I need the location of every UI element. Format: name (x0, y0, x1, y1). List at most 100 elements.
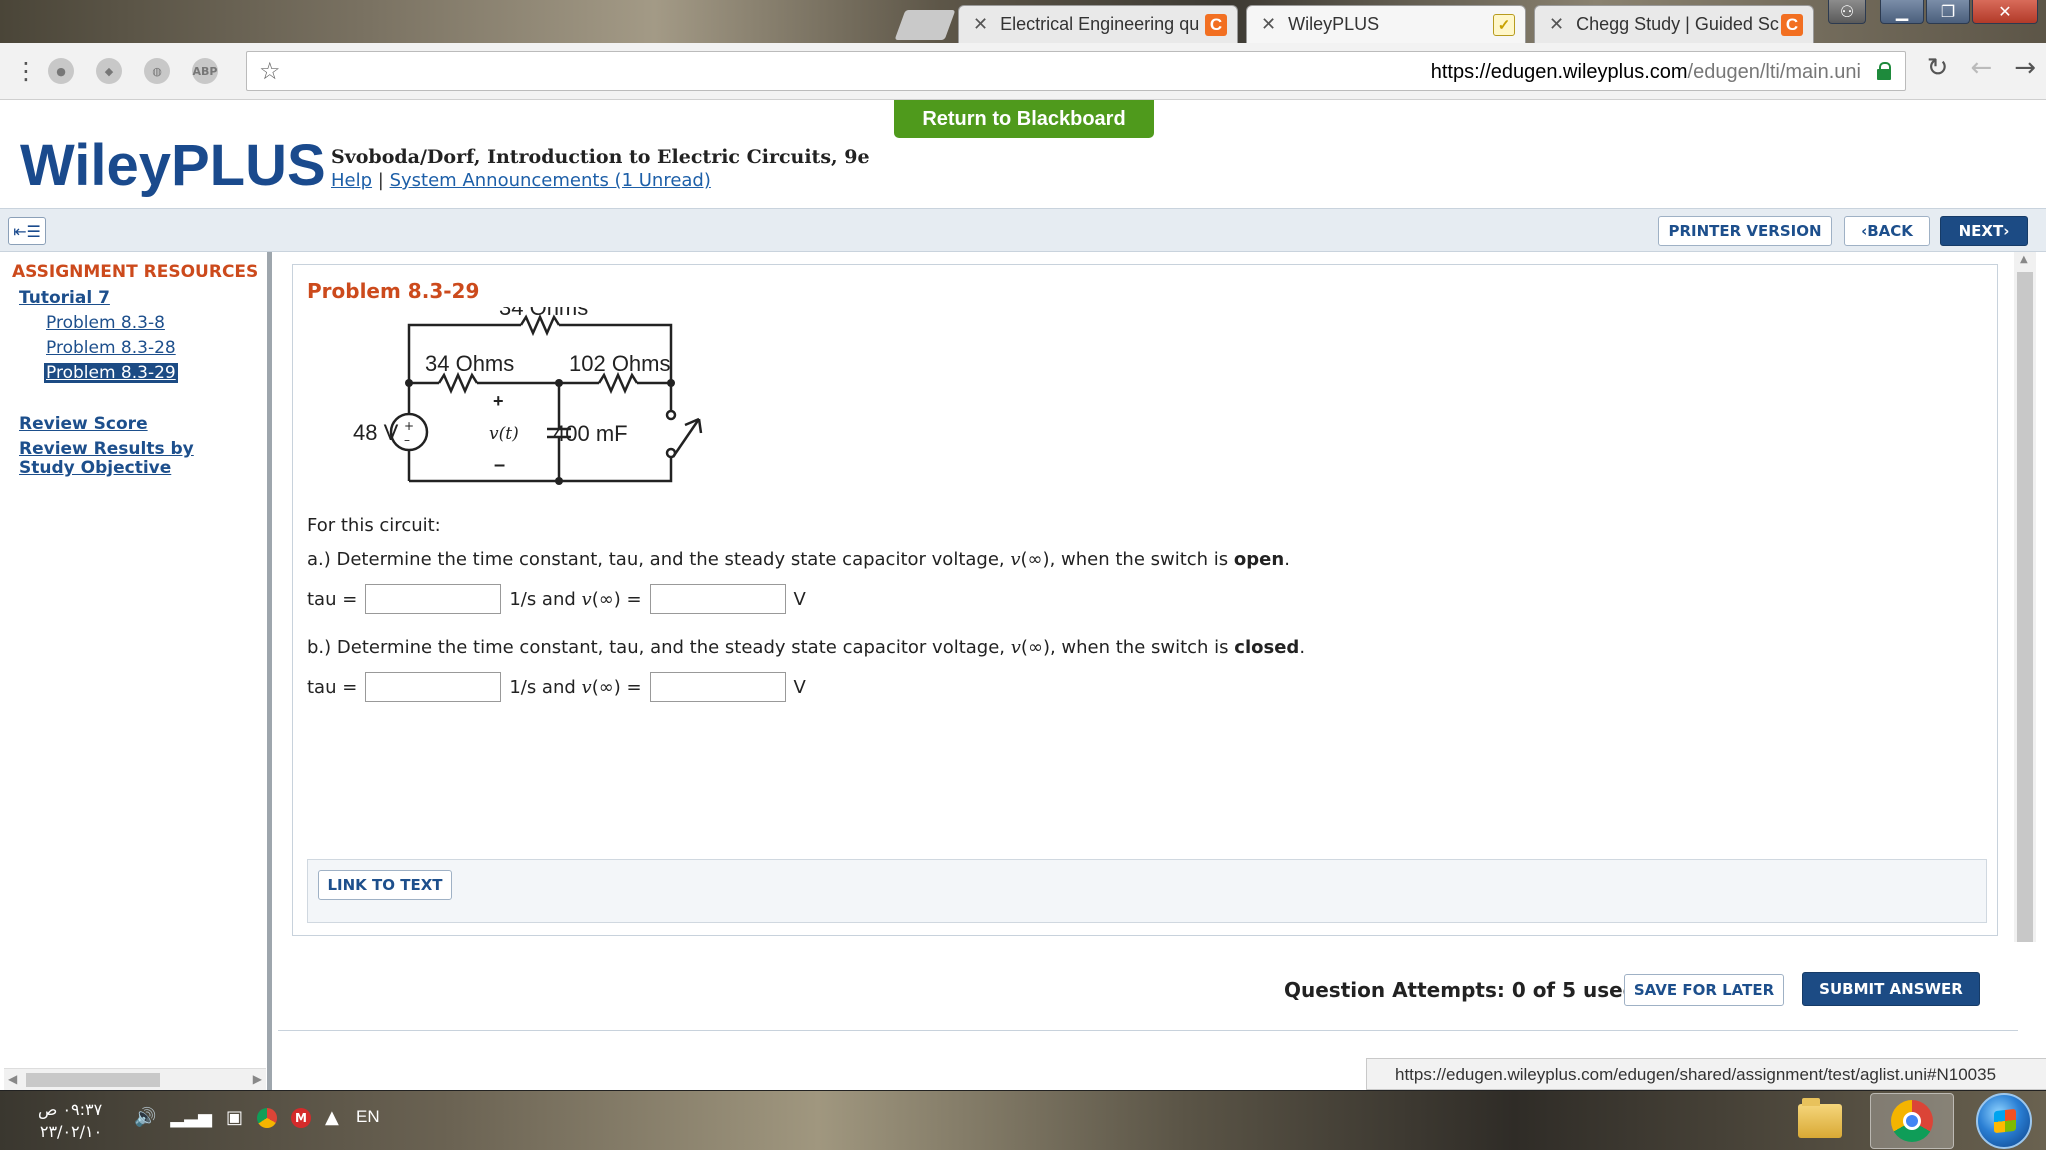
collapse-sidebar-icon[interactable]: ⇤☰ (8, 217, 46, 245)
help-link[interactable]: Help (331, 170, 372, 191)
user-profile-icon[interactable]: ⚇ (1828, 0, 1866, 24)
chegg-favicon-icon: C (1205, 13, 1227, 36)
part-b-question: b.) Determine the time constant, tau, an… (307, 637, 1306, 658)
v-unit-label: V (793, 676, 806, 698)
language-indicator[interactable]: EN (356, 1107, 380, 1127)
tau-label: tau = (307, 588, 358, 610)
switch-arrow-b (697, 418, 703, 434)
start-button[interactable] (1976, 1093, 2032, 1149)
minimize-icon[interactable]: ▁ (1880, 0, 1924, 24)
extension-icon[interactable]: ◆ (96, 58, 122, 84)
clock[interactable]: ٠٩:٣٧ ص ٢٣/٠٢/١٠ (38, 1099, 102, 1143)
part-b-vinf-input[interactable] (649, 672, 786, 702)
submit-answer-button[interactable]: SUBMIT ANSWER (1802, 972, 1980, 1006)
scroll-left-icon[interactable]: ◀ (8, 1072, 17, 1086)
show-hidden-icons-icon[interactable]: ▲ (325, 1107, 339, 1128)
sidebar-item-tutorial[interactable]: Tutorial 7 (19, 288, 110, 308)
part-a-tau-input[interactable] (365, 584, 502, 614)
reload-icon[interactable]: ↻ (1927, 53, 1949, 83)
node-left (405, 379, 413, 387)
announcements-link[interactable]: System Announcements (1 Unread) (390, 170, 711, 191)
part-b-answer-row: tau = 1/s and v (∞) = V (307, 671, 806, 703)
sidebar-item-problem-8-3-8[interactable]: Problem 8.3-8 (46, 313, 165, 333)
sidebar-horizontal-scrollbar[interactable]: ◀ ▶ (4, 1068, 266, 1090)
label-r-left: 34 Ohms (425, 351, 514, 376)
part-a-answer-row: tau = 1/s and v (∞) = V (307, 583, 806, 615)
part-a-question: a.) Determine the time constant, tau, an… (307, 549, 1290, 570)
main-vertical-scrollbar[interactable]: ▲ (2014, 252, 2036, 942)
label-source: 48 V (353, 420, 399, 445)
resistor-left (437, 371, 479, 395)
link-to-text-box: LINK TO TEXT (307, 859, 1987, 923)
next-button[interactable]: NEXT › (1940, 216, 2028, 246)
tab-electrical-engineering[interactable]: ✕ Electrical Engineering qu C (958, 5, 1238, 43)
assignment-toolbar: ⇤☰ PRINTER VERSION ‹ BACK NEXT › (0, 208, 2046, 252)
url-field[interactable]: ☆ https://edugen.wileyplus.com/edugen/lt… (246, 51, 1906, 91)
node-mid (555, 379, 563, 387)
part-b-tau-input[interactable] (365, 672, 502, 702)
sidebar-heading: ASSIGNMENT RESOURCES (12, 262, 259, 282)
url-text: https://edugen.wileyplus.com/edugen/lti/… (1430, 61, 1861, 83)
label-r-top: 34 Ohms (499, 307, 588, 320)
window-close-icon[interactable]: ✕ (1972, 0, 2038, 24)
new-tab-button[interactable] (894, 10, 956, 40)
system-tray: 🔊 ▂▃▅ ▣ M ▲ (134, 1107, 339, 1128)
v-inf-label: (∞) = (591, 588, 642, 610)
label-capacitor: 400 mF (553, 421, 628, 446)
link-to-text-button[interactable]: LINK TO TEXT (318, 870, 452, 900)
main-content: Problem 8.3-29 34 Ohms 34 Ohms 102 Ohms … (278, 252, 2018, 1090)
window-controls: ⚇ ▁ ❐ ✕ (1828, 0, 2038, 24)
close-icon[interactable]: ✕ (973, 14, 988, 35)
return-to-blackboard-button[interactable]: Return to Blackboard (894, 100, 1154, 138)
problem-panel: Problem 8.3-29 34 Ohms 34 Ohms 102 Ohms … (292, 264, 1998, 936)
bookmark-star-icon[interactable]: ☆ (259, 57, 281, 85)
volume-icon[interactable]: 🔊 (134, 1107, 156, 1128)
mail-icon[interactable]: M (290, 1107, 311, 1128)
source-plus-icon: + (404, 419, 414, 433)
kebab-menu-icon[interactable]: ⋮ (14, 57, 38, 85)
close-icon[interactable]: ✕ (1261, 14, 1276, 35)
chrome-tray-icon[interactable] (256, 1107, 277, 1128)
back-button[interactable]: ‹ BACK (1844, 216, 1930, 246)
adblock-plus-icon[interactable]: ABP (192, 58, 218, 84)
chrome-taskbar-button[interactable] (1870, 1093, 1954, 1149)
sidebar-item-review-score[interactable]: Review Score (19, 414, 148, 434)
ghostery-icon[interactable]: ● (48, 58, 74, 84)
forward-arrow-icon[interactable]: → (2014, 53, 2036, 83)
signal-icon[interactable]: ▂▃▅ (170, 1107, 212, 1128)
label-vt: v(t) (489, 424, 519, 444)
v-inf-label: (∞) = (591, 676, 642, 698)
source-minus-icon: – (404, 433, 410, 447)
restore-icon[interactable]: ❐ (1926, 0, 1970, 24)
folder-icon (1798, 1098, 1842, 1138)
intro-text: For this circuit: (307, 515, 441, 536)
question-attempts: Question Attempts: 0 of 5 used (1284, 978, 1637, 1002)
tau-unit-label: 1/s and (509, 676, 576, 698)
back-arrow-icon[interactable]: ← (1970, 53, 1992, 83)
header-links: Help | System Announcements (1 Unread) (331, 170, 711, 191)
sidebar-item-problem-8-3-28[interactable]: Problem 8.3-28 (46, 338, 176, 358)
status-bar-url: https://edugen.wileyplus.com/edugen/shar… (1366, 1058, 2046, 1090)
sidebar-item-review-results[interactable]: Review Results by (19, 439, 194, 459)
scrollbar-thumb[interactable] (2017, 272, 2033, 942)
scroll-up-icon[interactable]: ▲ (2020, 254, 2028, 265)
label-minus: – (494, 454, 505, 476)
file-explorer-taskbar-button[interactable] (1778, 1093, 1862, 1149)
tab-chegg-study[interactable]: ✕ Chegg Study | Guided Sc C (1534, 5, 1814, 43)
node-bottom (555, 477, 563, 485)
scroll-right-icon[interactable]: ▶ (253, 1072, 262, 1086)
tab-wileyplus[interactable]: ✕ WileyPLUS ✓ (1246, 5, 1526, 43)
save-for-later-button[interactable]: SAVE FOR LATER (1624, 974, 1784, 1006)
chevron-right-icon: › (2003, 222, 2010, 240)
v-inf-var: v (581, 588, 592, 610)
network-icon[interactable]: ▣ (226, 1107, 243, 1128)
close-icon[interactable]: ✕ (1549, 14, 1564, 35)
sidebar-item-study-objective[interactable]: Study Objective (19, 458, 171, 478)
globe-icon[interactable]: ◍ (144, 58, 170, 84)
browser-tab-strip: ✕ Electrical Engineering qu C ✕ WileyPLU… (0, 0, 2046, 43)
problem-title: Problem 8.3-29 (307, 279, 480, 303)
sidebar-item-problem-8-3-29[interactable]: Problem 8.3-29 (44, 363, 178, 383)
part-a-vinf-input[interactable] (649, 584, 786, 614)
scrollbar-thumb[interactable] (26, 1073, 160, 1087)
printer-version-button[interactable]: PRINTER VERSION (1658, 216, 1832, 246)
